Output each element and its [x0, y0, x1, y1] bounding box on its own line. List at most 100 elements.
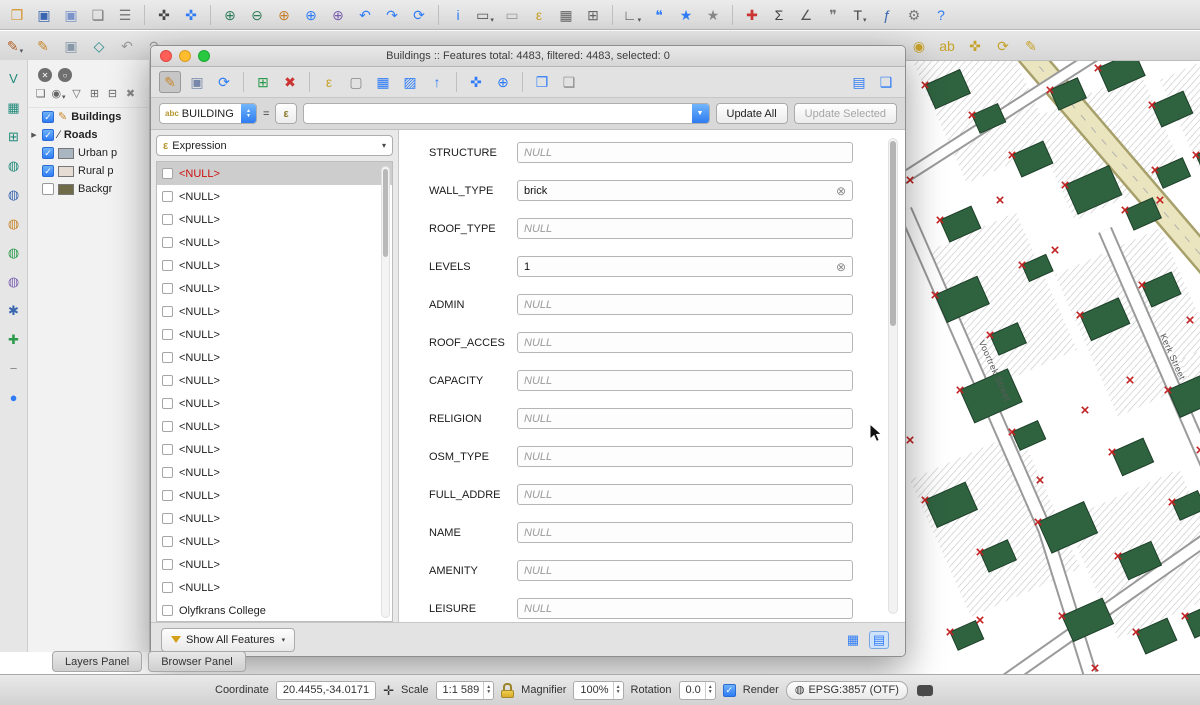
zoom-full-icon[interactable]: ⊕ [273, 4, 295, 26]
save-layer-edits-icon[interactable]: ▣ [60, 35, 82, 57]
python-console-icon[interactable]: ƒ [876, 4, 898, 26]
new-composer-icon[interactable]: ❏ [87, 4, 109, 26]
rotation-spinbox[interactable]: 0.0 ▲▼ [679, 681, 716, 700]
feature-checkbox[interactable] [162, 214, 173, 225]
move-label-icon[interactable]: ✜ [964, 35, 986, 57]
change-label-icon[interactable]: ✎ [1020, 35, 1042, 57]
zoom-to-layer-icon[interactable]: ⊕ [327, 4, 349, 26]
filter-legend-icon[interactable]: ▽ [68, 86, 85, 103]
feature-list-item[interactable]: <NULL> [157, 254, 392, 277]
field-input-structure[interactable]: NULL [517, 142, 853, 163]
clear-value-icon[interactable]: ⊗ [836, 185, 846, 197]
feature-checkbox[interactable] [162, 398, 173, 409]
stepper-icon[interactable]: ▲▼ [705, 682, 715, 699]
layer-visibility-checkbox[interactable] [42, 183, 54, 195]
field-input-religion[interactable]: NULL [517, 408, 853, 429]
scrollbar-thumb[interactable] [383, 169, 388, 257]
osm-layer-icon[interactable]: ● [4, 387, 24, 407]
toggle-editing-icon[interactable]: ✎ [32, 35, 54, 57]
add-wms-layer-icon[interactable]: ◍ [4, 242, 24, 262]
expand-all-icon[interactable]: ⊞ [86, 86, 103, 103]
feature-checkbox[interactable] [162, 237, 173, 248]
add-vector-layer-icon[interactable]: V [4, 68, 24, 88]
render-checkbox[interactable]: ✓ [723, 684, 736, 697]
add-database-layer-icon[interactable]: ⊞ [4, 126, 24, 146]
show-all-features-button[interactable]: Show All Features ▾ [161, 628, 295, 652]
pan-map-icon[interactable]: ✜ [153, 4, 175, 26]
field-input-roof_acces[interactable]: NULL [517, 332, 853, 353]
delete-field-icon[interactable]: ✖ [279, 71, 301, 93]
feature-list-item[interactable]: <NULL> [157, 484, 392, 507]
node-tool-icon[interactable]: ◇ [88, 35, 110, 57]
feature-checkbox[interactable] [162, 582, 173, 593]
zoom-next-icon[interactable]: ↷ [381, 4, 403, 26]
field-input-amenity[interactable]: NULL [517, 560, 853, 581]
expression-dropdown-icon[interactable]: ▼ [692, 104, 709, 123]
open-project-icon[interactable]: ❒ [6, 4, 28, 26]
feature-list-item[interactable]: <NULL> [157, 392, 392, 415]
undo-icon[interactable]: ↶ [116, 35, 138, 57]
save-as-icon[interactable]: ▣ [60, 4, 82, 26]
new-field-icon[interactable]: ⊞ [252, 71, 274, 93]
new-shapefile-icon[interactable]: ✚ [4, 329, 24, 349]
select-all-icon[interactable]: ▦ [372, 71, 394, 93]
measure-icon[interactable]: ∟▾ [621, 4, 643, 26]
add-oracle-layer-icon[interactable]: ◍ [4, 213, 24, 233]
feature-checkbox[interactable] [162, 536, 173, 547]
dock-table-icon[interactable]: ❑ [875, 71, 897, 93]
layer-visibility-checkbox[interactable]: ✓ [42, 129, 54, 141]
scrollbar-thumb[interactable] [890, 141, 896, 326]
field-input-full_addre[interactable]: NULL [517, 484, 853, 505]
feature-checkbox[interactable] [162, 605, 173, 616]
paste-features-icon[interactable]: ❏ [558, 71, 580, 93]
attribute-table-icon[interactable]: ▦ [555, 4, 577, 26]
field-input-wall_type[interactable]: brick⊗ [517, 180, 853, 201]
feature-checkbox[interactable] [162, 513, 173, 524]
field-input-admin[interactable]: NULL [517, 294, 853, 315]
field-input-osm_type[interactable]: NULL [517, 446, 853, 467]
feature-list-item[interactable]: <NULL> [157, 300, 392, 323]
scale-lock-icon[interactable] [501, 683, 514, 698]
messages-icon[interactable] [917, 685, 933, 696]
deselect-features-icon[interactable]: ▭ [501, 4, 523, 26]
field-input-roof_type[interactable]: NULL [517, 218, 853, 239]
feature-list-item[interactable]: <NULL> [157, 461, 392, 484]
layer-item[interactable]: ✓✎Buildings [28, 108, 149, 126]
add-wfs-layer-icon[interactable]: ◍ [4, 271, 24, 291]
reload-table-icon[interactable]: ⟳ [213, 71, 235, 93]
feature-list-item[interactable]: <NULL> [157, 185, 392, 208]
minimize-window-button[interactable] [179, 50, 191, 62]
field-input-capacity[interactable]: NULL [517, 370, 853, 391]
expression-input[interactable]: ▼ [303, 103, 710, 124]
invert-selection-icon[interactable]: ▨ [399, 71, 421, 93]
add-group-icon[interactable]: ❏ [32, 86, 49, 103]
select-by-expression-icon[interactable]: ε [318, 71, 340, 93]
deselect-all-icon[interactable]: ▢ [345, 71, 367, 93]
add-raster-layer-icon[interactable]: ▦ [4, 97, 24, 117]
feature-checkbox[interactable] [162, 444, 173, 455]
rotate-label-icon[interactable]: ⟳ [992, 35, 1014, 57]
add-spatialite-layer-icon[interactable]: ◍ [4, 155, 24, 175]
expand-arrow-icon[interactable]: ▶ [30, 131, 38, 139]
layer-visibility-checkbox[interactable]: ✓ [42, 111, 54, 123]
pan-to-selection-icon[interactable]: ✜ [180, 4, 202, 26]
zoom-to-selected-icon[interactable]: ⊕ [492, 71, 514, 93]
stepper-icon[interactable]: ▲▼ [483, 682, 493, 699]
feature-list-item[interactable]: <NULL> [157, 553, 392, 576]
feature-list-item[interactable]: <NULL> [157, 323, 392, 346]
layer-item[interactable]: Backgr [28, 180, 149, 198]
select-by-expression-icon[interactable]: ε [528, 4, 550, 26]
feature-checkbox[interactable] [162, 467, 173, 478]
layer-item[interactable]: ▶✓∕Roads [28, 126, 149, 144]
pin-labels-icon[interactable]: ◉ [908, 35, 930, 57]
composer-manager-icon[interactable]: ☰ [114, 4, 136, 26]
feature-list-item[interactable]: <NULL> [157, 438, 392, 461]
form-scrollbar[interactable] [888, 138, 898, 614]
close-window-button[interactable] [160, 50, 172, 62]
feature-checkbox[interactable] [162, 329, 173, 340]
feature-checkbox[interactable] [162, 168, 173, 179]
zoom-window-button[interactable] [198, 50, 210, 62]
conditional-formatting-icon[interactable]: ▤ [848, 71, 870, 93]
feature-list-item[interactable]: <NULL> [157, 507, 392, 530]
copy-features-icon[interactable]: ❐ [531, 71, 553, 93]
